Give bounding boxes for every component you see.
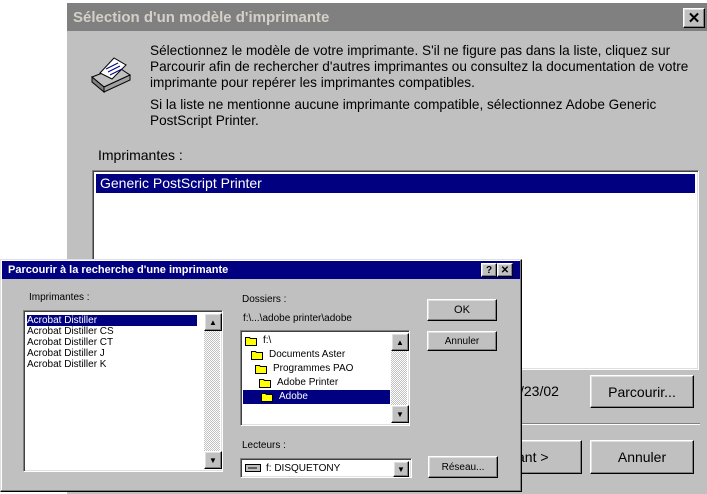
folders-scrollbar[interactable]: ▲ ▼ <box>391 333 409 423</box>
folder-label: Adobe <box>279 391 308 402</box>
list-item[interactable]: Acrobat Distiller J <box>27 348 105 359</box>
printers-scrollbar[interactable]: ▲ ▼ <box>204 313 222 469</box>
scroll-down-button[interactable]: ▼ <box>391 405 409 423</box>
list-item[interactable]: Acrobat Distiller K <box>27 359 106 370</box>
scroll-up-icon: ▲ <box>396 337 404 347</box>
next-button[interactable]: ant > <box>512 440 582 474</box>
floppy-drive-icon <box>245 464 261 472</box>
instructions-paragraph: Sélectionnez le modèle de votre impriman… <box>150 43 689 90</box>
folders-label: Dossiers : <box>242 294 287 305</box>
close-icon: ✕ <box>687 10 701 27</box>
current-path: f:\...\adobe printer\adobe <box>243 313 352 324</box>
scroll-up-button[interactable]: ▲ <box>204 313 222 331</box>
folder-item[interactable]: Programmes PAO <box>255 362 353 376</box>
browse-cancel-button[interactable]: Annuler <box>427 331 497 351</box>
printers-label: Imprimantes : <box>98 147 183 163</box>
list-item[interactable]: Acrobat Distiller CT <box>27 337 113 348</box>
scroll-down-icon: ▼ <box>396 409 404 419</box>
folder-item[interactable]: Documents Aster <box>251 348 345 362</box>
dropdown-button[interactable]: ▼ <box>393 461 409 477</box>
close-button[interactable]: ✕ <box>683 8 705 28</box>
folder-label: f:\ <box>263 335 272 346</box>
drive-value: f: DISQUETONY <box>266 462 341 474</box>
help-button[interactable]: ? <box>481 263 497 277</box>
browse-dialog-title-bar: Parcourir à la recherche d'une imprimant… <box>2 261 520 279</box>
dialog-title: Sélection d'un modèle d'imprimante <box>73 8 330 26</box>
scroll-up-icon: ▲ <box>209 317 217 327</box>
list-item[interactable]: Generic PostScript Printer <box>96 174 695 193</box>
folder-label: Programmes PAO <box>273 363 354 374</box>
cancel-button[interactable]: Annuler <box>590 440 694 474</box>
dialog-title-bar: Sélection d'un modèle d'imprimante <box>67 3 707 31</box>
close-icon: ✕ <box>500 264 510 276</box>
list-item[interactable]: Acrobat Distiller CS <box>27 326 114 337</box>
browse-printers-label: Imprimantes : <box>29 292 90 303</box>
version-text: /23/02 <box>514 375 580 407</box>
folders-tree[interactable]: f:\ Documents Aster Programmes PAO Adobe… <box>240 330 410 426</box>
browse-button[interactable]: Parcourir... <box>590 375 694 408</box>
open-folder-icon <box>259 379 271 388</box>
folder-label: Adobe Printer <box>277 377 339 388</box>
separator <box>510 423 700 425</box>
help-icon: ? <box>485 264 493 276</box>
drives-label: Lecteurs : <box>242 440 286 451</box>
instructions-paragraph: Si la liste ne mentionne aucune impriman… <box>150 97 657 128</box>
scroll-up-button[interactable]: ▲ <box>391 333 409 351</box>
open-folder-icon <box>255 365 267 374</box>
drive-select[interactable]: f: DISQUETONY ▼ <box>240 458 412 478</box>
open-folder-icon <box>251 351 263 360</box>
list-item[interactable]: Acrobat Distiller <box>27 315 197 326</box>
browse-printers-list[interactable]: Acrobat Distiller Acrobat Distiller CS A… <box>23 310 223 472</box>
browse-dialog-title: Parcourir à la recherche d'une imprimant… <box>8 264 229 276</box>
instructions-text: Sélectionnez le modèle de votre impriman… <box>150 43 700 135</box>
scroll-down-button[interactable]: ▼ <box>204 451 222 469</box>
network-button[interactable]: Réseau... <box>428 456 498 478</box>
open-folder-icon <box>261 393 273 402</box>
chevron-down-icon: ▼ <box>397 464 405 474</box>
scroll-down-icon: ▼ <box>209 455 217 465</box>
folder-item[interactable]: Adobe Printer <box>259 376 338 390</box>
folder-label: Documents Aster <box>269 349 346 360</box>
ok-button[interactable]: OK <box>427 299 497 321</box>
folder-item-selected[interactable]: Adobe <box>243 390 390 404</box>
folder-item[interactable]: f:\ <box>245 334 271 348</box>
open-folder-icon <box>245 337 257 346</box>
browse-close-button[interactable]: ✕ <box>497 263 513 277</box>
printer-icon <box>91 57 132 94</box>
